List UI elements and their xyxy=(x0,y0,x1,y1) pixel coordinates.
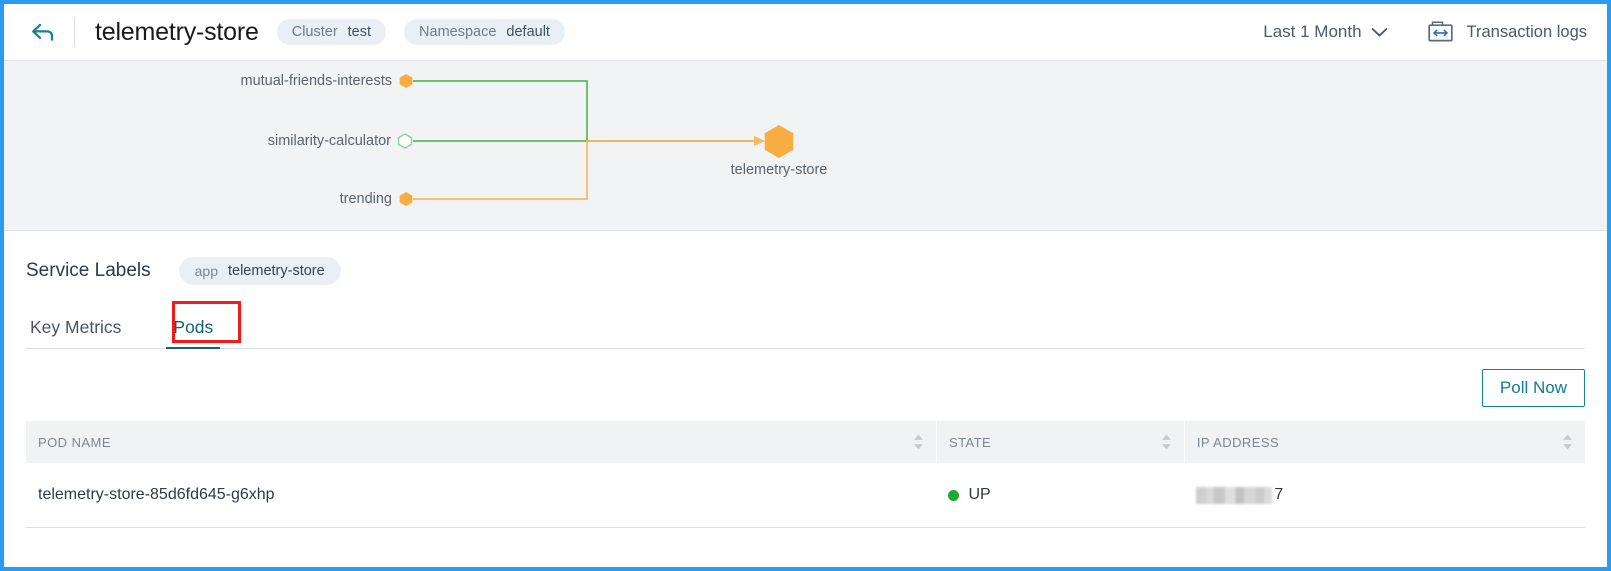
cluster-chip-key: Cluster xyxy=(291,24,338,40)
pods-table: POD NAME STATE IP ADDRESS telemetry-stor… xyxy=(26,421,1585,528)
node-telemetry-store[interactable] xyxy=(764,125,794,158)
ip-address-visible-tail: 7 xyxy=(1274,486,1284,503)
transaction-logs-label: Transaction logs xyxy=(1466,22,1587,41)
back-arrow-icon xyxy=(32,23,54,41)
column-header-ip-address[interactable]: IP ADDRESS xyxy=(1184,421,1585,463)
back-button[interactable] xyxy=(26,15,60,49)
cell-ip-address: 7 xyxy=(1184,463,1585,528)
namespace-chip: Namespace default xyxy=(404,19,565,45)
cluster-chip: Cluster test xyxy=(276,19,387,45)
service-labels-section: Service Labels app telemetry-store xyxy=(26,231,1585,285)
node-similarity-calculator[interactable] xyxy=(397,133,413,149)
tab-pods[interactable]: Pods xyxy=(166,317,221,349)
page-title: telemetry-store xyxy=(95,17,259,46)
ip-address-redaction xyxy=(1196,486,1273,504)
edge-trending xyxy=(413,140,756,200)
service-detail-page: telemetry-store Cluster test Namespace d… xyxy=(0,0,1611,571)
sort-icon-state xyxy=(1161,434,1171,450)
status-badge: UP xyxy=(968,486,991,503)
topology-label-trending: trending xyxy=(339,191,392,207)
time-range-label: Last 1 Month xyxy=(1263,22,1362,41)
sort-icon-ip-address xyxy=(1563,434,1572,450)
service-label-value: telemetry-store xyxy=(227,263,325,279)
header-actions: Last 1 Month Transaction logs xyxy=(1263,19,1587,45)
tab-key-metrics[interactable]: Key Metrics xyxy=(26,317,125,348)
node-trending[interactable] xyxy=(399,192,413,206)
namespace-chip-value: default xyxy=(506,24,550,40)
chevron-down-icon xyxy=(1371,27,1387,37)
page-body: Service Labels app telemetry-store Key M… xyxy=(4,231,1607,528)
service-topology-panel[interactable]: mutual-friends-interests similarity-calc… xyxy=(4,60,1607,231)
topology-label-similarity-calculator: similarity-calculator xyxy=(267,133,391,149)
table-row[interactable]: telemetry-store-85d6fd645-g6xhp UP 7 xyxy=(26,463,1585,528)
column-header-state[interactable]: STATE xyxy=(936,421,1185,463)
table-toolbar: Poll Now xyxy=(26,349,1585,421)
transaction-logs-button[interactable]: Transaction logs xyxy=(1426,19,1587,45)
service-labels-title: Service Labels xyxy=(26,260,151,281)
cell-state: UP xyxy=(936,463,1185,528)
cluster-chip-value: test xyxy=(347,24,372,40)
service-label-tag: app telemetry-store xyxy=(178,257,341,285)
pods-table-header-row: POD NAME STATE IP ADDRESS xyxy=(26,421,1585,463)
time-range-selector[interactable]: Last 1 Month xyxy=(1263,22,1387,42)
topology-label-telemetry-store: telemetry-store xyxy=(730,162,828,178)
column-header-state-label: STATE xyxy=(948,434,992,450)
header-divider xyxy=(74,17,75,47)
topology-label-mutual-friends-interests: mutual-friends-interests xyxy=(240,73,393,89)
node-mutual-friends-interests[interactable] xyxy=(399,74,413,88)
cell-pod-name: telemetry-store-85d6fd645-g6xhp xyxy=(26,463,937,528)
column-header-ip-address-label: IP ADDRESS xyxy=(1196,434,1280,450)
page-header: telemetry-store Cluster test Namespace d… xyxy=(4,4,1607,60)
edge-mutual-friends-interests xyxy=(413,80,761,142)
namespace-chip-key: Namespace xyxy=(419,24,497,40)
column-header-pod-name-label: POD NAME xyxy=(38,434,111,450)
transaction-logs-icon xyxy=(1427,21,1453,42)
detail-tabs: Key Metrics Pods xyxy=(26,301,1585,349)
column-header-pod-name[interactable]: POD NAME xyxy=(26,421,937,463)
edge-arrowhead xyxy=(754,136,765,146)
service-label-key: app xyxy=(194,263,218,279)
sort-icon-pod-name xyxy=(913,434,923,450)
status-dot-icon xyxy=(948,489,960,501)
poll-now-button[interactable]: Poll Now xyxy=(1481,369,1585,407)
